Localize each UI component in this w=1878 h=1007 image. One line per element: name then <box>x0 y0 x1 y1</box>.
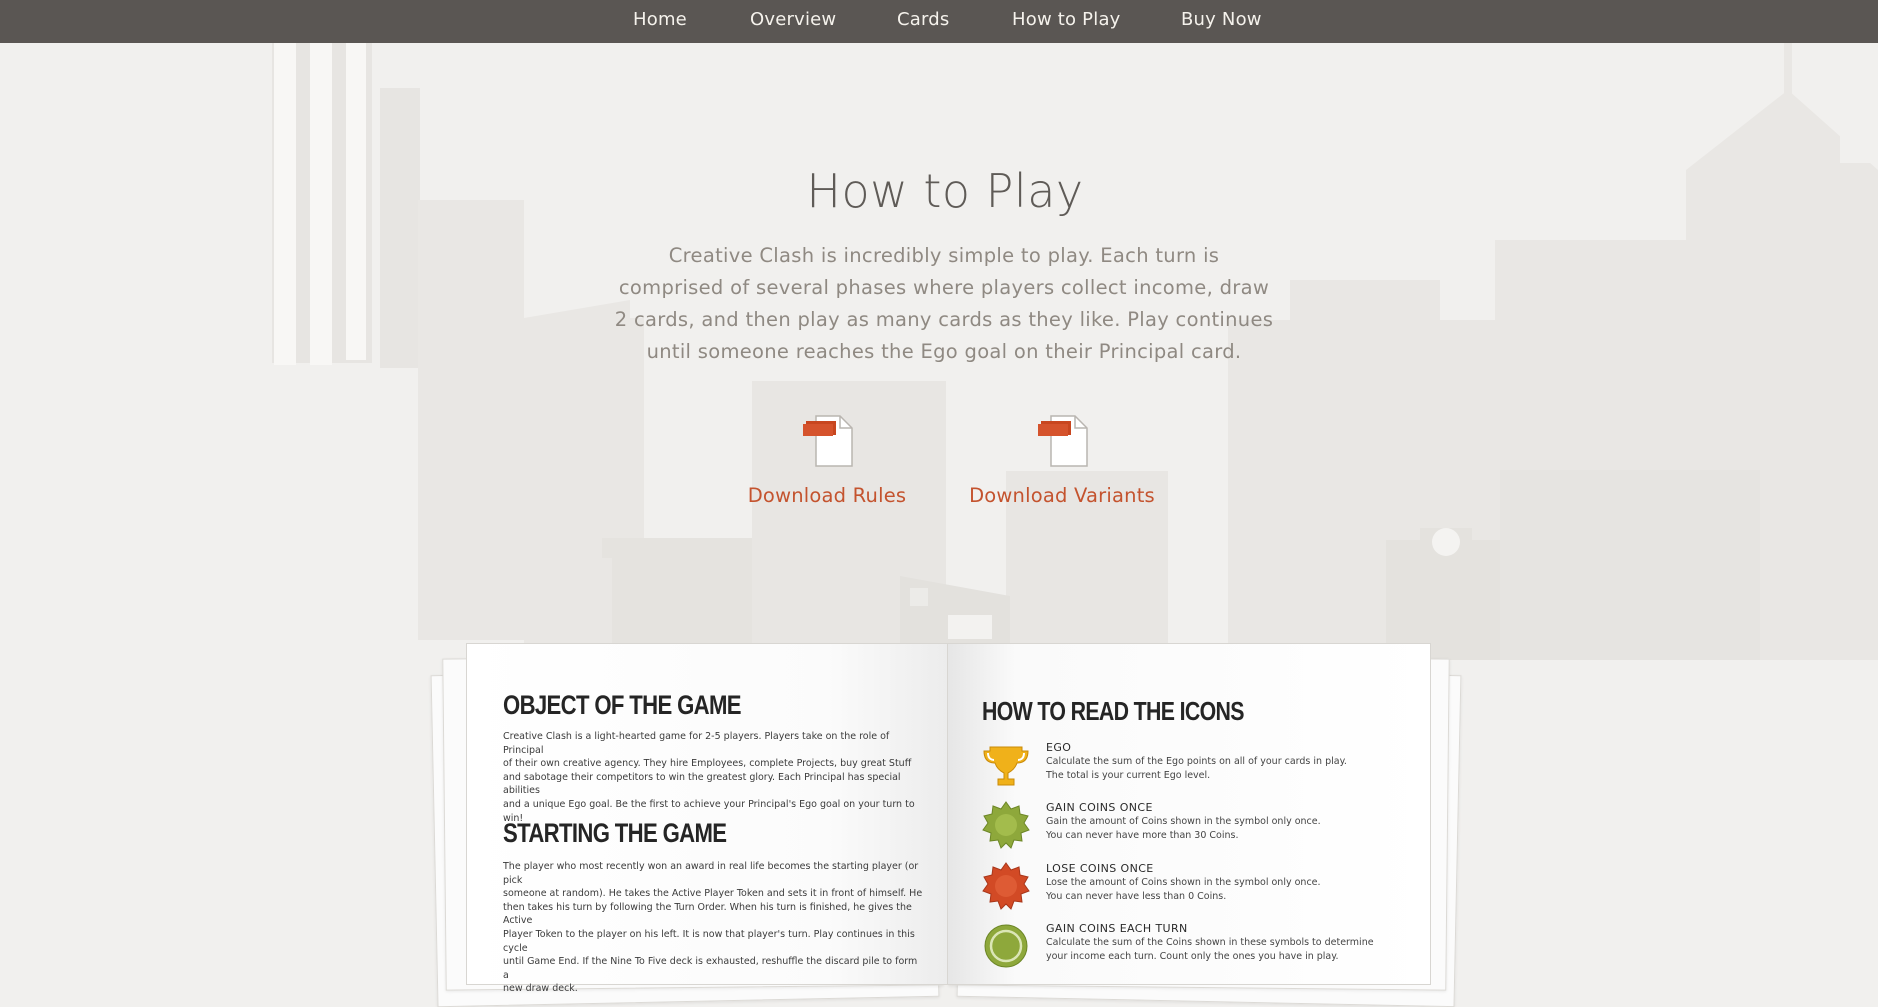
text-line: new draw deck. <box>503 983 578 995</box>
nav-how-to-play-link[interactable]: How to Play <box>1012 0 1121 43</box>
icon-description: Calculate the sum of the Ego points on a… <box>1046 755 1396 782</box>
text-line: Calculate the sum of the Ego points on a… <box>1046 756 1347 767</box>
text-line: your income each turn. Count only the on… <box>1046 950 1339 962</box>
text-line: Lose the amount of Coins shown in the sy… <box>1046 877 1321 888</box>
text-line: The total is your current Ego level. <box>1046 769 1211 781</box>
starting-game-text: The player who most recently won an awar… <box>503 860 923 996</box>
nav-home-link[interactable]: Home <box>633 0 687 43</box>
text-line: Calculate the sum of the Coins shown in … <box>1046 937 1374 948</box>
icon-description: Gain the amount of Coins shown in the sy… <box>1046 815 1396 842</box>
icon-label: GAIN COINS EACH TURN <box>1046 922 1188 935</box>
green-badge-icon <box>982 801 1030 849</box>
nav-cards-link[interactable]: Cards <box>897 0 950 43</box>
object-of-game-heading: OBJECT OF THE GAME <box>503 690 742 720</box>
icon-label: GAIN COINS ONCE <box>1046 801 1153 814</box>
text-line: someone at random). He takes the Active … <box>503 888 923 900</box>
text-line: The player who most recently won an awar… <box>503 861 919 886</box>
rulebook-right-page: HOW TO READ THE ICONS EGO Calculate the … <box>947 643 1431 985</box>
green-coin-icon <box>984 924 1028 968</box>
starting-game-heading: STARTING THE GAME <box>503 818 727 848</box>
icon-label: EGO <box>1046 741 1072 754</box>
icon-legend-ego: EGO Calculate the sum of the Ego points … <box>982 741 1402 791</box>
download-rules-label: Download Rules <box>747 484 907 507</box>
trophy-icon <box>983 746 1029 786</box>
text-line: and sabotage their competitors to win th… <box>503 771 901 797</box>
text-line: You can never have less than 0 Coins. <box>1046 890 1227 902</box>
text-line: then takes his turn by following the Tur… <box>503 901 912 927</box>
intro-line: 2 cards, and then play as many cards as … <box>614 308 1274 331</box>
text-line: Creative Clash is a light-hearted game f… <box>503 731 890 756</box>
intro-paragraph: Creative Clash is incredibly simple to p… <box>614 240 1274 368</box>
how-to-read-icons-heading: HOW TO READ THE ICONS <box>982 696 1244 726</box>
intro-line: until someone reaches the Ego goal on th… <box>646 340 1242 363</box>
text-line: Player Token to the player on his left. … <box>503 928 915 954</box>
document-icon <box>803 415 853 467</box>
rulebook-left-page: OBJECT OF THE GAME Creative Clash is a l… <box>466 643 950 994</box>
icon-legend-lose-coins-once: LOSE COINS ONCE Lose the amount of Coins… <box>982 862 1402 912</box>
icon-label: LOSE COINS ONCE <box>1046 862 1154 875</box>
download-variants-label: Download Variants <box>969 484 1155 507</box>
nav-buy-now-link[interactable]: Buy Now <box>1181 0 1262 43</box>
text-line: of their own creative agency. They hire … <box>503 758 912 770</box>
icon-legend-gain-coins-each-turn: GAIN COINS EACH TURN Calculate the sum o… <box>982 922 1402 972</box>
icon-description: Lose the amount of Coins shown in the sy… <box>1046 876 1396 903</box>
text-line: You can never have more than 30 Coins. <box>1046 829 1239 841</box>
text-line: until Game End. If the Nine To Five deck… <box>503 956 918 981</box>
page-title: How to Play <box>806 164 1084 218</box>
download-rules-link[interactable]: Download Rules <box>717 412 937 522</box>
download-variants-link[interactable]: Download Variants <box>952 412 1172 522</box>
rulebook-preview: OBJECT OF THE GAME Creative Clash is a l… <box>430 630 1462 1007</box>
intro-line: Creative Clash is incredibly simple to p… <box>668 244 1220 267</box>
intro-line: comprised of several phases where player… <box>618 276 1270 299</box>
top-nav: Home Overview Cards How to Play Buy Now <box>0 0 1878 43</box>
icon-legend-gain-coins-once: GAIN COINS ONCE Gain the amount of Coins… <box>982 801 1402 851</box>
icon-description: Calculate the sum of the Coins shown in … <box>1046 936 1396 963</box>
red-badge-icon <box>982 862 1030 910</box>
object-of-game-text: Creative Clash is a light-hearted game f… <box>503 730 923 825</box>
nav-overview-link[interactable]: Overview <box>750 0 836 43</box>
document-icon <box>1038 415 1088 467</box>
text-line: Gain the amount of Coins shown in the sy… <box>1046 816 1321 827</box>
